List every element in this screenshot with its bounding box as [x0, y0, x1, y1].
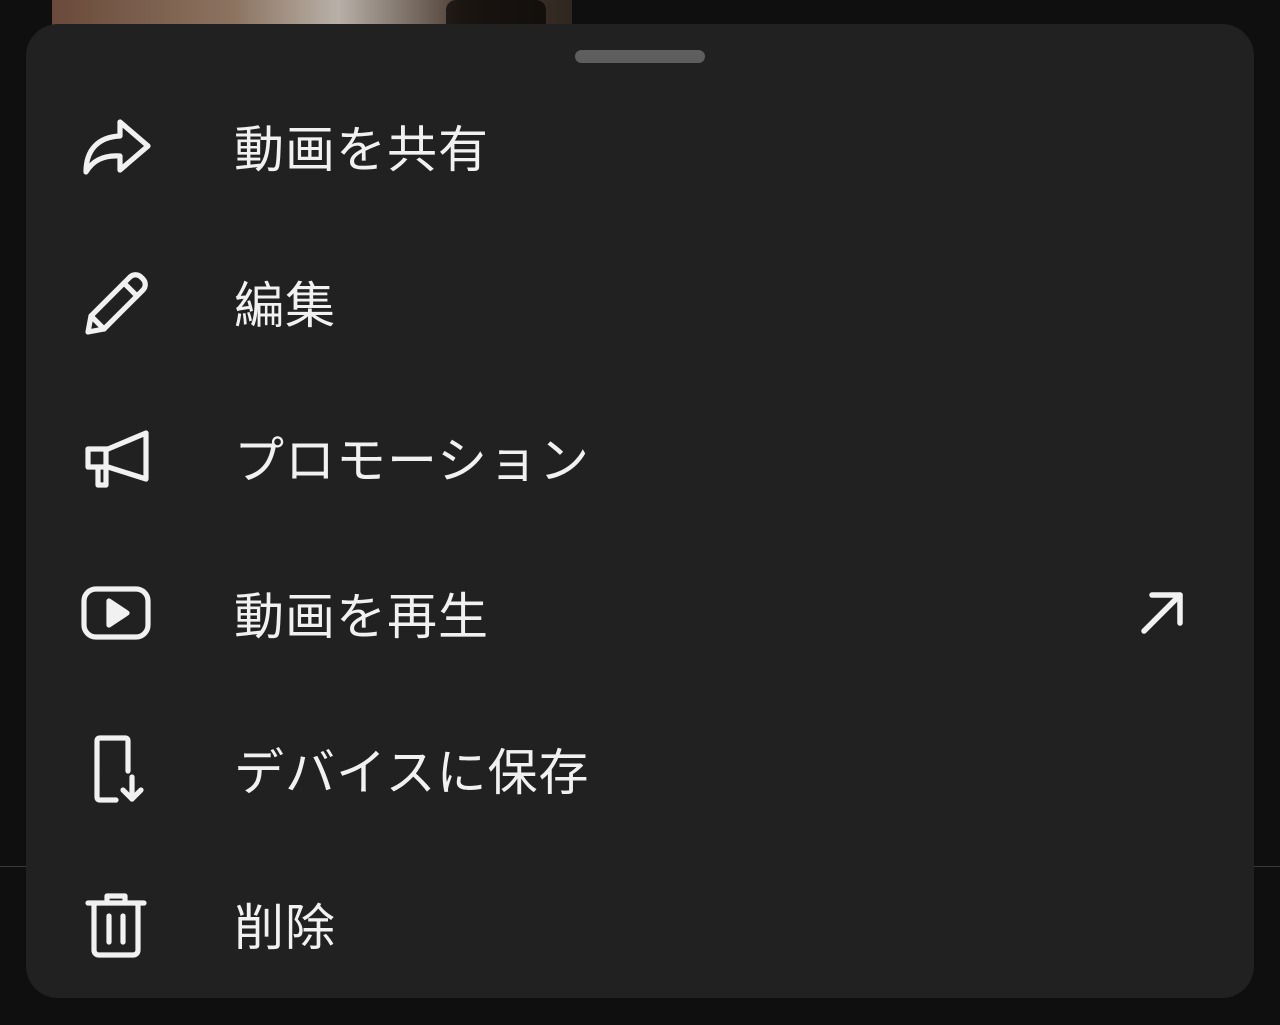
- menu-item-save-to-device[interactable]: デバイスに保存: [26, 691, 1254, 847]
- menu-item-label: デバイスに保存: [234, 743, 590, 802]
- trash-icon: [78, 886, 154, 962]
- menu-item-promote[interactable]: プロモーション: [26, 379, 1254, 535]
- menu-list: 動画を共有 編集 プロモーション 動画を再生 デバイスに保存 削除: [26, 68, 1254, 1002]
- drag-handle[interactable]: [575, 50, 705, 63]
- menu-item-delete[interactable]: 削除: [26, 846, 1254, 1002]
- menu-item-share[interactable]: 動画を共有: [26, 68, 1254, 224]
- menu-item-label: プロモーション: [234, 432, 590, 491]
- pencil-icon: [78, 264, 154, 340]
- menu-item-label: 動画を共有: [234, 120, 489, 179]
- play-video-icon: [78, 575, 154, 651]
- menu-item-label: 動画を再生: [234, 587, 489, 646]
- external-arrow-icon: [1132, 583, 1192, 643]
- menu-item-label: 編集: [234, 276, 336, 335]
- bottom-sheet-menu: 動画を共有 編集 プロモーション 動画を再生 デバイスに保存 削除: [26, 24, 1254, 998]
- menu-item-play-video[interactable]: 動画を再生: [26, 535, 1254, 691]
- megaphone-icon: [78, 419, 154, 495]
- menu-item-edit[interactable]: 編集: [26, 224, 1254, 380]
- share-icon: [78, 108, 154, 184]
- save-to-device-icon: [78, 731, 154, 807]
- menu-item-label: 削除: [234, 899, 336, 958]
